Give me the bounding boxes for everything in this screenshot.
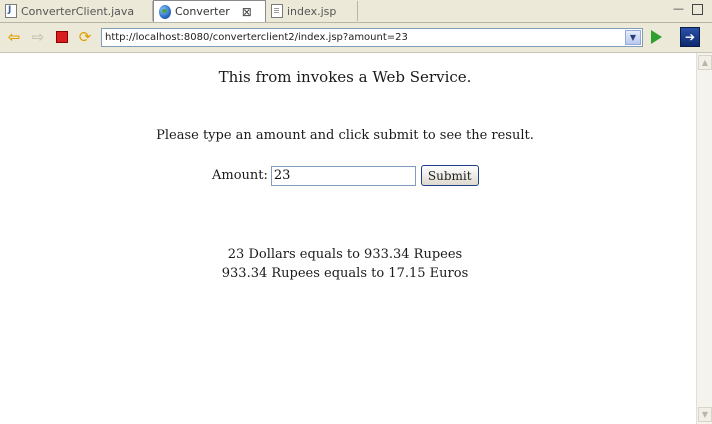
refresh-button[interactable]: ⟳ xyxy=(77,29,93,45)
java-file-icon xyxy=(5,4,17,18)
forward-arrow-icon: ⇨ xyxy=(31,27,45,46)
back-button[interactable]: ⇦ xyxy=(6,29,22,45)
refresh-icon: ⟳ xyxy=(78,27,92,46)
url-history-dropdown[interactable]: ▼ xyxy=(625,30,641,45)
tab-index-jsp[interactable]: index.jsp xyxy=(266,1,358,21)
address-bar: ▼ xyxy=(101,28,643,47)
chevron-up-icon: ▲ xyxy=(701,58,709,67)
close-tab-icon[interactable]: ⊠ xyxy=(242,6,252,18)
editor-tab-bar: ConverterClient.java Converter ⊠ index.j… xyxy=(0,0,712,23)
url-input[interactable] xyxy=(102,30,625,45)
scroll-up-button[interactable]: ▲ xyxy=(698,55,712,70)
tab-label: Converter xyxy=(175,5,230,18)
amount-input[interactable] xyxy=(270,165,416,186)
browser-toolbar: ⇦ ⇨ ⟳ ▼ ➔ xyxy=(0,23,712,53)
jsp-file-icon xyxy=(271,4,283,18)
amount-label: Amount: xyxy=(212,168,268,183)
globe-icon xyxy=(159,4,171,19)
forward-button[interactable]: ⇨ xyxy=(30,29,46,45)
go-icon[interactable] xyxy=(651,30,662,44)
minimize-icon[interactable]: — xyxy=(673,2,684,15)
stop-button[interactable] xyxy=(54,29,70,45)
maximize-icon[interactable] xyxy=(692,4,703,15)
tab-converter[interactable]: Converter ⊠ xyxy=(153,0,266,22)
page-content: This from invokes a Web Service. Please … xyxy=(0,53,696,424)
chevron-down-icon: ▼ xyxy=(701,410,709,419)
amount-form: Amount: Submit xyxy=(212,165,479,186)
scroll-down-button[interactable]: ▼ xyxy=(698,407,712,422)
chevron-down-icon: ▼ xyxy=(629,33,637,42)
submit-button[interactable]: Submit xyxy=(420,165,479,186)
eclipse-web-browser-icon[interactable]: ➔ xyxy=(680,27,700,47)
tab-label: index.jsp xyxy=(287,4,337,18)
tab-label: ConverterClient.java xyxy=(21,4,135,18)
tab-converterclient-java[interactable]: ConverterClient.java xyxy=(0,1,153,21)
vertical-scrollbar[interactable]: ▲ ▼ xyxy=(696,53,712,424)
stop-icon xyxy=(56,31,68,43)
result-rupees-to-euros: 933.34 Rupees equals to 17.15 Euros xyxy=(221,266,469,281)
page-heading: This from invokes a Web Service. xyxy=(218,68,472,86)
instruction-text: Please type an amount and click submit t… xyxy=(156,128,534,143)
result-dollars-to-rupees: 23 Dollars equals to 933.34 Rupees xyxy=(227,247,463,262)
back-arrow-icon: ⇦ xyxy=(7,27,21,46)
